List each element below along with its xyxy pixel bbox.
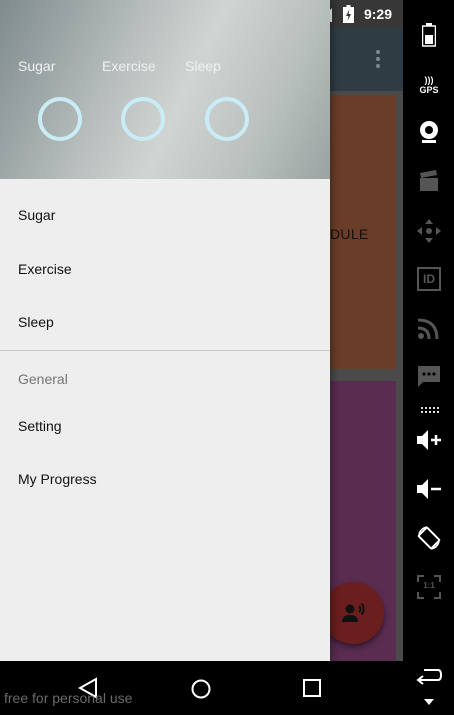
exercise-metric-label: Exercise [102,58,156,74]
dpad-icon[interactable] [411,216,447,246]
gps-icon[interactable]: ))) GPS [411,70,447,100]
rotate-icon[interactable] [411,523,447,553]
drawer-menu: Sugar Exercise Sleep General Setting My … [0,179,330,503]
menu-item-my-progress[interactable]: My Progress [0,449,330,503]
menu-item-sleep[interactable]: Sleep [0,286,330,340]
id-icon[interactable]: ID [411,264,447,294]
overflow-menu-icon[interactable] [370,48,386,72]
exercise-metric[interactable]: Exercise [102,58,186,141]
recents-icon[interactable] [303,679,321,697]
sms-icon[interactable] [411,362,447,392]
battery-charging-icon [343,5,354,23]
navigation-bar [0,661,403,715]
clapperboard-icon[interactable] [411,166,447,196]
back-icon[interactable] [411,661,447,691]
menu-down-icon[interactable] [411,692,447,712]
menu-item-sugar[interactable]: Sugar [0,179,330,233]
gps-label: GPS [419,85,439,95]
sugar-metric-label: Sugar [18,58,56,74]
emulator-toolbar: ))) GPS ID 1:1 [403,0,454,715]
volume-down-icon[interactable] [411,474,447,504]
camera-icon[interactable] [411,117,447,147]
exercise-progress-ring [121,97,165,141]
watermark: free for personal use [4,690,133,706]
status-time: 9:29 [363,6,392,22]
scale-label: 1:1 [423,581,435,590]
drawer-header: Sugar Exercise Sleep [0,0,330,179]
battery-icon[interactable] [411,20,447,50]
person-speaking-icon [342,602,365,622]
sleep-metric-label: Sleep [185,58,221,74]
scale-icon[interactable]: 1:1 [411,572,447,602]
drag-handle[interactable] [421,407,439,413]
sleep-metric[interactable]: Sleep [185,58,269,141]
voice-assistant-button[interactable] [322,582,384,644]
sugar-progress-ring [38,97,82,141]
cast-icon[interactable] [411,313,447,343]
menu-item-setting[interactable]: Setting [0,396,330,450]
home-icon[interactable] [190,678,212,700]
menu-item-exercise[interactable]: Exercise [0,233,330,287]
sugar-metric[interactable]: Sugar [18,58,102,141]
id-label: ID [417,267,441,291]
device-screen: DULE 9:29 Sugar Exercise Sleep Sugar Exe… [0,0,403,715]
schedule-card-label: DULE [330,226,369,242]
sleep-progress-ring [205,97,249,141]
navigation-drawer: Sugar Exercise Sleep Sugar Exercise Slee… [0,0,330,661]
volume-up-icon[interactable] [411,425,447,455]
section-title-general: General [18,370,68,387]
